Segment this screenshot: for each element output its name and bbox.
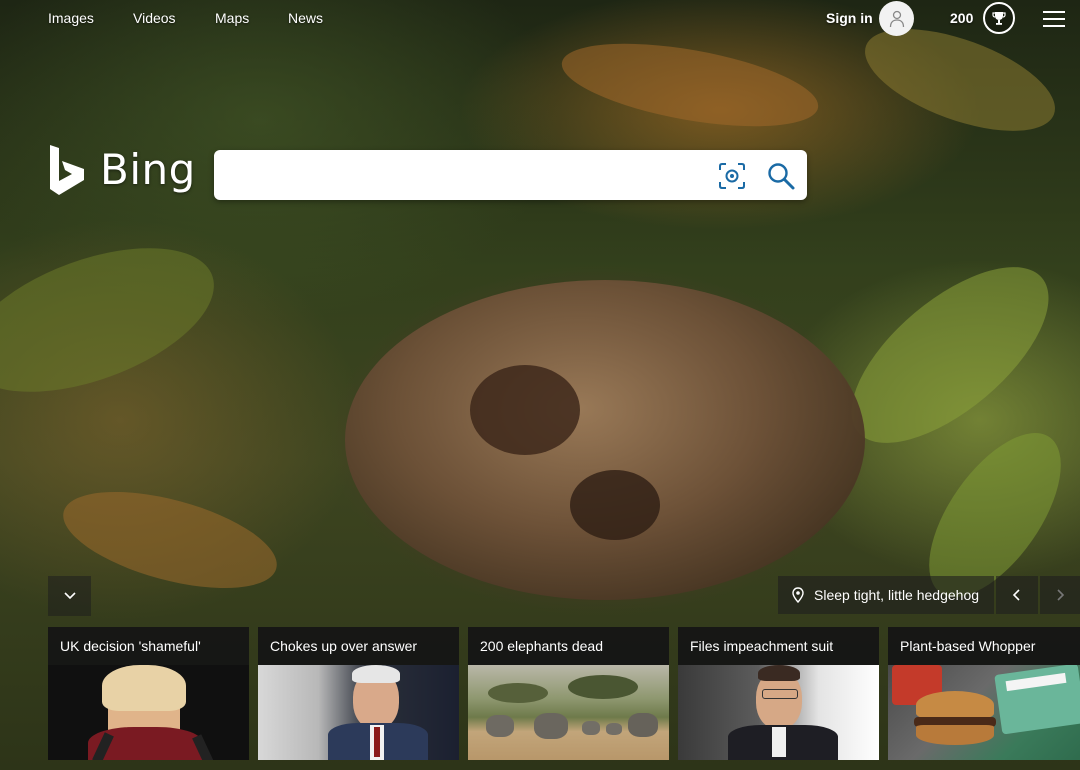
sign-in-link[interactable]: Sign in	[826, 10, 873, 26]
user-icon[interactable]	[879, 1, 914, 36]
news-card-thumbnail	[48, 665, 249, 760]
bing-logo-text: Bing	[100, 145, 196, 194]
news-card[interactable]: Chokes up over answer	[258, 627, 459, 760]
news-card-thumbnail	[678, 665, 879, 760]
trophy-icon[interactable]	[983, 2, 1015, 34]
news-card[interactable]: 200 elephants dead	[468, 627, 669, 760]
hamburger-menu-icon[interactable]	[1043, 11, 1065, 27]
bing-logo-icon	[50, 145, 84, 195]
chevron-down-icon[interactable]	[48, 576, 91, 616]
chevron-left-icon[interactable]	[996, 576, 1038, 614]
image-caption-text: Sleep tight, little hedgehog	[814, 587, 980, 603]
search-icon[interactable]	[766, 161, 796, 191]
news-card-title: Plant-based Whopper	[888, 627, 1080, 665]
bing-logo[interactable]: Bing	[48, 143, 195, 197]
nav-link-images[interactable]: Images	[48, 10, 94, 26]
news-card-title: Files impeachment suit	[678, 627, 879, 665]
news-card-title: UK decision 'shameful'	[48, 627, 249, 665]
chevron-right-icon[interactable]	[1040, 576, 1080, 614]
news-card-title: 200 elephants dead	[468, 627, 669, 665]
image-caption[interactable]: Sleep tight, little hedgehog	[778, 576, 994, 614]
search-input[interactable]	[228, 160, 712, 192]
top-navigation: Images Videos Maps News Sign in 200	[0, 0, 1080, 36]
visual-search-icon[interactable]	[718, 162, 746, 190]
news-card-title: Chokes up over answer	[258, 627, 459, 665]
nav-link-maps[interactable]: Maps	[215, 10, 249, 26]
news-card-thumbnail	[468, 665, 669, 760]
rewards-points[interactable]: 200	[950, 10, 973, 26]
nav-link-news[interactable]: News	[288, 10, 323, 26]
news-card-thumbnail	[888, 665, 1080, 760]
news-card[interactable]: Plant-based Whopper	[888, 627, 1080, 760]
news-card[interactable]: UK decision 'shameful'	[48, 627, 249, 760]
news-card[interactable]: Files impeachment suit	[678, 627, 879, 760]
location-pin-icon	[792, 587, 804, 603]
news-card-thumbnail	[258, 665, 459, 760]
search-box	[214, 150, 807, 200]
nav-link-videos[interactable]: Videos	[133, 10, 176, 26]
